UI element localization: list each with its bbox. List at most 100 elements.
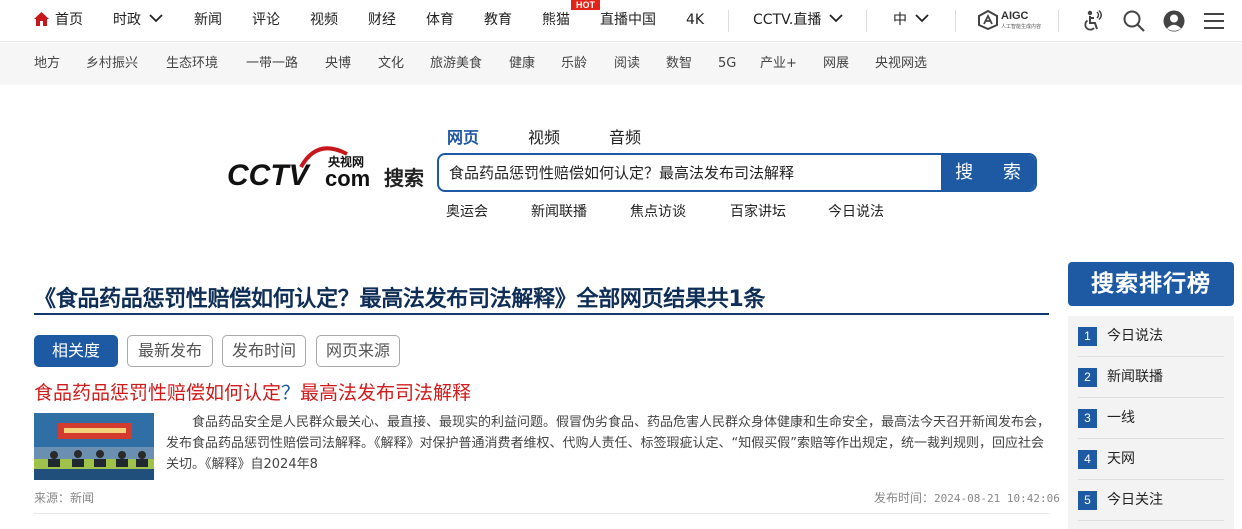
- ranking-label: 新闻联播: [1107, 369, 1163, 385]
- subnav-item[interactable]: 文化: [378, 43, 404, 85]
- logo-wordmark: CCTV: [227, 159, 312, 192]
- nav-politics[interactable]: 时政: [113, 0, 163, 42]
- aigc-logo[interactable]: AIGC 人工智能生成内容: [978, 8, 1041, 34]
- subnav-item[interactable]: 网展: [823, 43, 849, 85]
- cctv-logo-mark: CCTV com 央视网: [227, 146, 370, 192]
- time-value: 2024-08-21 10:42:06: [934, 492, 1060, 505]
- subnav-item[interactable]: 5G: [718, 43, 736, 85]
- subnav-item[interactable]: 数智: [666, 43, 692, 85]
- search-icon[interactable]: [1122, 9, 1146, 33]
- nav-panda[interactable]: 熊猫: [542, 0, 570, 42]
- result-source: 来源：新闻: [34, 489, 94, 506]
- result-snippet: 食品药品安全是人民群众最关心、最直接、最现实的利益问题。假冒伪劣食品、药品危害人…: [166, 415, 1051, 472]
- subnav-item[interactable]: 央视网选: [875, 43, 927, 85]
- logo-dotcom: com: [325, 166, 370, 191]
- subnav-item[interactable]: 乡村振兴: [86, 43, 138, 85]
- subnav-item[interactable]: 阅读: [614, 43, 640, 85]
- nav-live-china[interactable]: 直播中国: [600, 0, 656, 42]
- tab-audio[interactable]: 音频: [609, 124, 641, 148]
- ranking-list: 1 今日说法 2 新闻联播 3 一线 4 天网 5 今日关注: [1068, 316, 1234, 529]
- menu-icon[interactable]: [1202, 9, 1226, 33]
- tab-video[interactable]: 视频: [528, 124, 560, 148]
- search-button[interactable]: 搜 索: [941, 155, 1035, 190]
- user-avatar-icon[interactable]: [1162, 9, 1186, 33]
- nav-home[interactable]: 首页: [34, 0, 83, 42]
- result-publish-time: 发布时间：2024-08-21 10:42:06: [874, 489, 1060, 506]
- search-bar: 搜 索: [437, 153, 1037, 192]
- sort-relevance-button[interactable]: 相关度: [34, 335, 118, 367]
- nav-cctv-live-label: CCTV.直播: [753, 12, 822, 28]
- time-label: 发布时间：: [874, 491, 935, 505]
- hot-link[interactable]: 百家讲坛: [730, 201, 786, 221]
- nav-comment[interactable]: 评论: [252, 0, 280, 42]
- subnav-item[interactable]: 生态环境: [166, 43, 218, 85]
- hot-link[interactable]: 奥运会: [446, 201, 488, 221]
- ranking-label: 今日关注: [1107, 492, 1163, 508]
- subnav-item[interactable]: 一带一路: [246, 43, 298, 85]
- subnav-item[interactable]: 央博: [325, 43, 351, 85]
- ranking-item[interactable]: 4 天网: [1078, 439, 1224, 480]
- hot-link[interactable]: 今日说法: [828, 201, 884, 221]
- accessibility-icon[interactable]: [1081, 9, 1105, 33]
- nav-4k[interactable]: 4K: [686, 0, 704, 42]
- ranking-item[interactable]: 1 今日说法: [1078, 316, 1224, 357]
- ranking-item[interactable]: 3 一线: [1078, 398, 1224, 439]
- ranking-item[interactable]: 5 今日关注: [1078, 480, 1224, 521]
- subnav-item[interactable]: 地方: [34, 43, 60, 85]
- logo-search-word: 搜索: [384, 166, 424, 190]
- hot-link[interactable]: 新闻联播: [531, 201, 587, 221]
- aigc-subtitle: 人工智能生成内容: [1001, 24, 1042, 30]
- source-label: 来源：: [34, 491, 71, 505]
- tab-webpage[interactable]: 网页: [447, 124, 479, 148]
- hot-badge: HOT: [571, 0, 600, 10]
- subnav-item[interactable]: 健康: [509, 43, 535, 85]
- nav-news[interactable]: 新闻: [194, 0, 222, 42]
- ranking-number: 3: [1078, 409, 1097, 428]
- ranking-title: 搜索排行榜: [1068, 262, 1234, 306]
- ranking-number: 1: [1078, 327, 1097, 346]
- ranking-item[interactable]: 2 新闻联播: [1078, 357, 1224, 398]
- result-title-part: 食品药品惩罚性赔偿如何认定: [34, 382, 282, 404]
- nav-cctv-live[interactable]: CCTV.直播: [753, 0, 843, 42]
- home-icon: [34, 11, 49, 26]
- sub-navigation: 地方 乡村振兴 生态环境 一带一路 央博 文化 旅游美食 健康 乐龄 阅读 数智…: [0, 43, 1242, 85]
- chevron-down-icon: [915, 14, 929, 23]
- sort-time-button[interactable]: 发布时间: [222, 335, 306, 367]
- nav-home-label: 首页: [55, 12, 83, 28]
- chevron-down-icon: [149, 14, 163, 23]
- logo-cn: 央视网: [328, 154, 364, 169]
- sort-latest-button[interactable]: 最新发布: [127, 335, 213, 367]
- language-label: 中: [893, 12, 907, 28]
- nav-finance[interactable]: 财经: [368, 0, 396, 42]
- ranking-label: 天网: [1107, 451, 1135, 467]
- source-value: 新闻: [70, 491, 95, 505]
- chevron-down-icon: [829, 14, 843, 23]
- result-title-part: 最高法发布司法解释: [300, 382, 472, 404]
- aigc-icon: [978, 10, 998, 30]
- nav-divider: [955, 10, 956, 32]
- ranking-label: 一线: [1107, 410, 1135, 426]
- result-thumbnail[interactable]: [34, 413, 154, 480]
- cctv-search-logo[interactable]: CCTV com 央视网 搜索: [225, 140, 430, 192]
- result-title-link[interactable]: 食品药品惩罚性赔偿如何认定？最高法发布司法解释: [34, 378, 471, 405]
- nav-sports[interactable]: 体育: [426, 0, 454, 42]
- subnav-item[interactable]: 乐龄: [561, 43, 587, 85]
- results-summary-title: 《食品药品惩罚性赔偿如何认定？最高法发布司法解释》全部网页结果共1条: [34, 287, 766, 312]
- sort-source-button[interactable]: 网页来源: [316, 335, 400, 367]
- nav-politics-label: 时政: [113, 12, 141, 28]
- subnav-item[interactable]: 旅游美食: [430, 43, 482, 85]
- nav-divider: [1058, 10, 1059, 32]
- language-selector[interactable]: 中: [893, 0, 929, 42]
- press-conference-image: [34, 413, 154, 480]
- ranking-label: 今日说法: [1107, 328, 1163, 344]
- hot-link[interactable]: 焦点访谈: [630, 201, 686, 221]
- search-input[interactable]: [439, 155, 942, 190]
- result-title-question: ？: [281, 382, 301, 404]
- ranking-number: 5: [1078, 491, 1097, 510]
- top-navigation: 首页 时政 新闻 评论 视频 财经 体育 教育 熊猫 HOT 直播中国 4K C…: [0, 0, 1242, 42]
- nav-education[interactable]: 教育: [484, 0, 512, 42]
- title-divider: [34, 313, 1049, 315]
- ranking-number: 4: [1078, 450, 1097, 469]
- subnav-item[interactable]: 产业+: [760, 43, 797, 85]
- nav-video[interactable]: 视频: [310, 0, 338, 42]
